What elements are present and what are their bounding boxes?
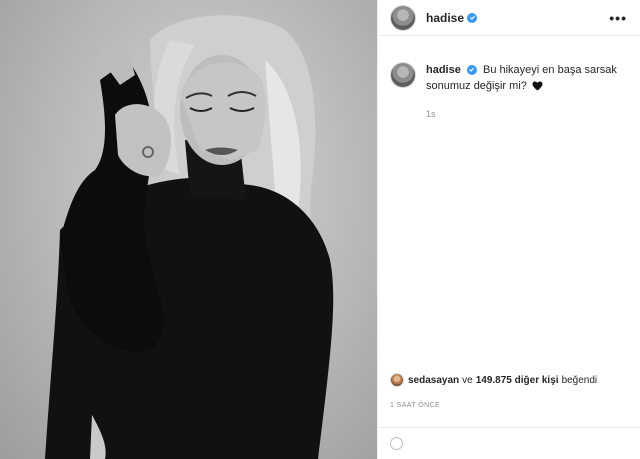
author-avatar[interactable]: [390, 4, 416, 31]
caption-avatar[interactable]: [390, 62, 416, 88]
post-header: hadise •••: [378, 0, 640, 36]
author-username[interactable]: hadise: [426, 11, 464, 25]
more-options-icon[interactable]: •••: [609, 10, 627, 26]
liker-avatar[interactable]: [390, 373, 404, 387]
liker-username[interactable]: sedasayan: [408, 375, 459, 386]
portrait-image: [45, 15, 334, 459]
instagram-post-view: hadise ••• hadise Bu hikayeyi en başa sa…: [0, 0, 640, 459]
black-heart-icon: [532, 81, 543, 91]
caption-username[interactable]: hadise: [426, 64, 461, 76]
likes-connector: ve: [462, 374, 473, 386]
post-caption: hadise Bu hikayeyi en başa sarsak sonumu…: [390, 62, 630, 122]
caption-body: hadise Bu hikayeyi en başa sarsak sonumu…: [426, 62, 630, 122]
post-side-panel: hadise ••• hadise Bu hikayeyi en başa sa…: [377, 0, 640, 459]
caption-age: 1s: [426, 109, 436, 119]
post-timestamp: 1 SAAT ÖNCE: [390, 402, 441, 409]
caption-verified-badge-icon: [466, 64, 477, 75]
comment-bar: [378, 427, 640, 459]
likes-summary: sedasayan ve 149.875 diğer kişi beğendi: [390, 373, 597, 387]
post-photo[interactable]: [0, 0, 377, 459]
likes-suffix: beğendi: [561, 374, 598, 386]
likes-count[interactable]: 149.875 diğer kişi: [476, 375, 559, 386]
emoji-icon[interactable]: [390, 437, 403, 450]
verified-badge-icon: [467, 12, 478, 23]
